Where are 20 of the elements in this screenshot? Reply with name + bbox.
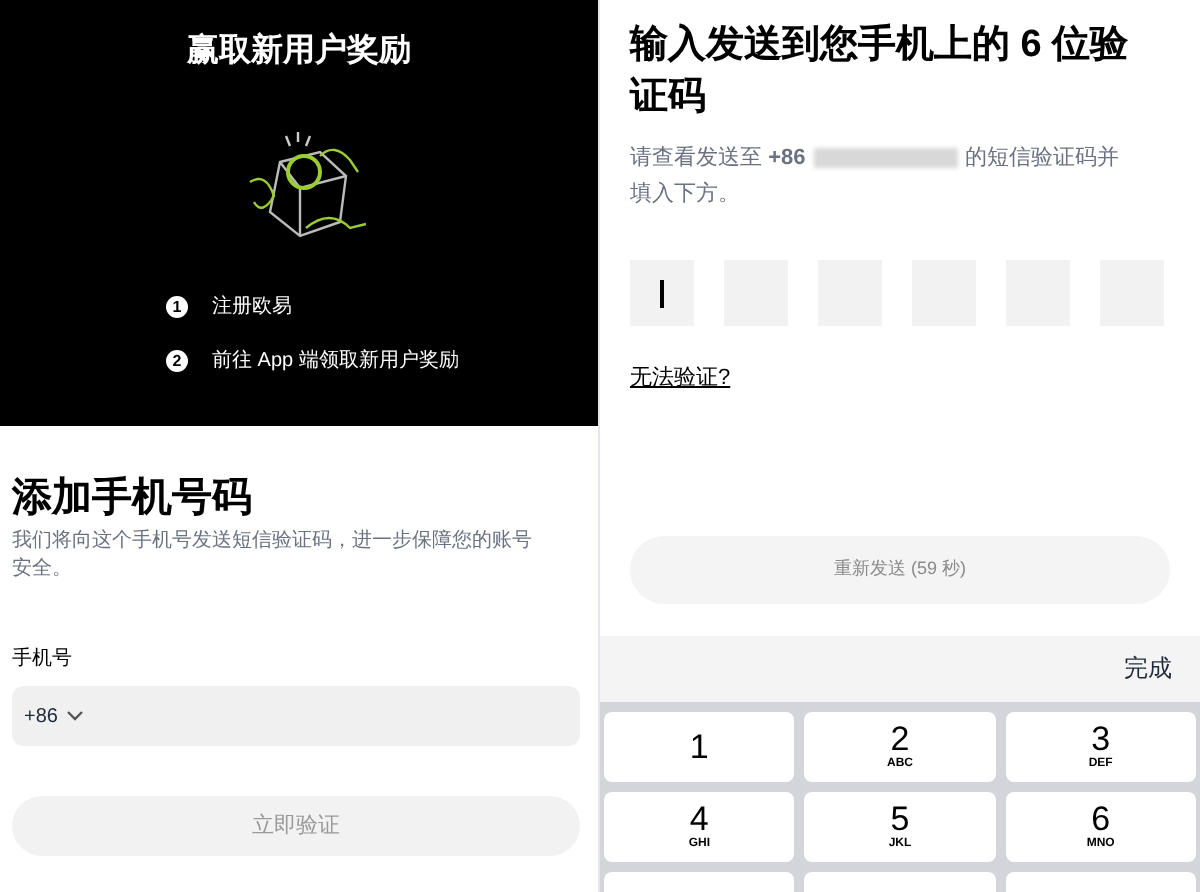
step-text: 注册欧易 [212,293,292,322]
code-input-box[interactable] [630,260,694,326]
phone-form-title: 添加手机号码 [12,474,254,524]
hint-text: 请查看发送至 +86 [630,144,806,174]
chevron-down-icon [65,710,84,722]
done-button[interactable]: 完成 [1124,650,1172,686]
step-text: 前往 App 端领取新用户奖励 [212,347,459,376]
country-code: +86 [24,703,58,731]
cannot-verify-link[interactable]: 无法验证? [630,362,731,395]
keyboard-key[interactable]: 1 [604,711,795,781]
step-number: 1 [166,296,188,318]
text-cursor [660,279,664,307]
hint-text: 填入下方。 [630,179,740,210]
verify-title: 输入发送到您手机上的 6 位验证码 [630,21,1130,122]
reward-title: 赢取新用户奖励 [187,30,411,72]
step-number: 2 [166,350,188,372]
phone-field-label: 手机号 [12,645,74,674]
phone-input-field[interactable]: +86 [12,686,580,746]
hint-text: 的短信验证码并 [965,143,1120,174]
phone-form-description: 我们将向这个手机号发送短信验证码，进一步保障您的账号安全。 [12,528,534,584]
